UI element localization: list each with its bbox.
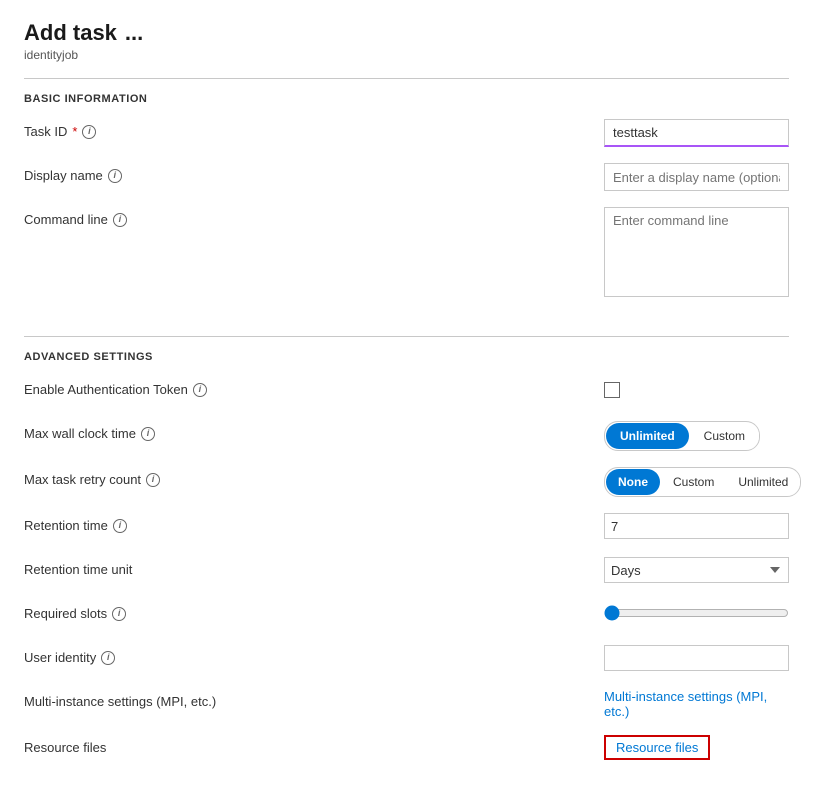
subtitle: identityjob [24, 48, 789, 62]
enable-auth-token-checkbox[interactable] [604, 382, 620, 398]
multi-instance-label: Multi-instance settings (MPI, etc.) [24, 689, 604, 709]
retention-time-row: Retention time i [24, 513, 789, 541]
user-identity-label: User identity i [24, 645, 604, 665]
max-task-retry-custom-btn[interactable]: Custom [661, 469, 726, 495]
command-line-input[interactable] [604, 207, 789, 297]
ellipsis-menu[interactable]: ... [125, 20, 143, 46]
task-id-control [604, 119, 789, 147]
max-wall-clock-label: Max wall clock time i [24, 421, 604, 441]
task-id-input[interactable] [604, 119, 789, 147]
retention-time-label: Retention time i [24, 513, 604, 533]
task-id-row: Task ID * i [24, 119, 789, 147]
enable-auth-token-row: Enable Authentication Token i [24, 377, 789, 405]
display-name-info-icon[interactable]: i [108, 169, 122, 183]
max-task-retry-info-icon[interactable]: i [146, 473, 160, 487]
display-name-input[interactable] [604, 163, 789, 191]
max-wall-clock-control: Unlimited Custom [604, 421, 789, 451]
multi-instance-control: Multi-instance settings (MPI, etc.) [604, 689, 789, 719]
max-task-retry-label: Max task retry count i [24, 467, 604, 487]
required-slots-control [604, 601, 789, 624]
advanced-section-title: ADVANCED SETTINGS [24, 351, 789, 363]
command-line-row: Command line i [24, 207, 789, 300]
resource-files-control: Resource files [604, 735, 789, 760]
retention-time-unit-control: Days Hours Minutes [604, 557, 789, 583]
page-title: Add task ... [24, 20, 789, 46]
enable-auth-token-control [604, 377, 789, 398]
display-name-label: Display name i [24, 163, 604, 183]
required-slots-info-icon[interactable]: i [112, 607, 126, 621]
max-task-retry-row: Max task retry count i None Custom Unlim… [24, 467, 789, 497]
basic-section-title: BASIC INFORMATION [24, 93, 789, 105]
advanced-section-divider [24, 336, 789, 337]
max-wall-clock-toggle-group: Unlimited Custom [604, 421, 760, 451]
resource-files-label: Resource files [24, 735, 604, 755]
required-slots-row: Required slots i [24, 601, 789, 629]
max-task-retry-toggle-group: None Custom Unlimited [604, 467, 801, 497]
retention-time-unit-row: Retention time unit Days Hours Minutes [24, 557, 789, 585]
enable-auth-token-label: Enable Authentication Token i [24, 377, 604, 397]
max-task-retry-none-btn[interactable]: None [606, 469, 660, 495]
retention-time-unit-label: Retention time unit [24, 557, 604, 577]
command-line-control [604, 207, 789, 300]
resource-files-button[interactable]: Resource files [604, 735, 710, 760]
task-id-info-icon[interactable]: i [82, 125, 96, 139]
display-name-row: Display name i [24, 163, 789, 191]
max-wall-clock-info-icon[interactable]: i [141, 427, 155, 441]
command-line-info-icon[interactable]: i [113, 213, 127, 227]
command-line-label: Command line i [24, 207, 604, 227]
multi-instance-row: Multi-instance settings (MPI, etc.) Mult… [24, 689, 789, 719]
task-id-label: Task ID * i [24, 119, 604, 139]
title-text: Add task [24, 20, 117, 46]
retention-time-control [604, 513, 789, 539]
task-id-required: * [72, 124, 77, 139]
required-slots-label: Required slots i [24, 601, 604, 621]
user-identity-row: User identity i [24, 645, 789, 673]
max-wall-clock-row: Max wall clock time i Unlimited Custom [24, 421, 789, 451]
max-wall-clock-custom-btn[interactable]: Custom [690, 423, 759, 449]
user-identity-info-icon[interactable]: i [101, 651, 115, 665]
required-slots-slider[interactable] [604, 605, 789, 621]
basic-section-divider [24, 78, 789, 79]
retention-time-input[interactable] [604, 513, 789, 539]
max-task-retry-unlimited-btn[interactable]: Unlimited [726, 469, 800, 495]
resource-files-row: Resource files Resource files [24, 735, 789, 763]
max-task-retry-control: None Custom Unlimited [604, 467, 801, 497]
max-wall-clock-unlimited-btn[interactable]: Unlimited [606, 423, 689, 449]
retention-time-info-icon[interactable]: i [113, 519, 127, 533]
retention-time-unit-select[interactable]: Days Hours Minutes [604, 557, 789, 583]
multi-instance-link[interactable]: Multi-instance settings (MPI, etc.) [604, 689, 767, 719]
enable-auth-token-info-icon[interactable]: i [193, 383, 207, 397]
user-identity-control [604, 645, 789, 671]
user-identity-input[interactable] [604, 645, 789, 671]
display-name-control [604, 163, 789, 191]
